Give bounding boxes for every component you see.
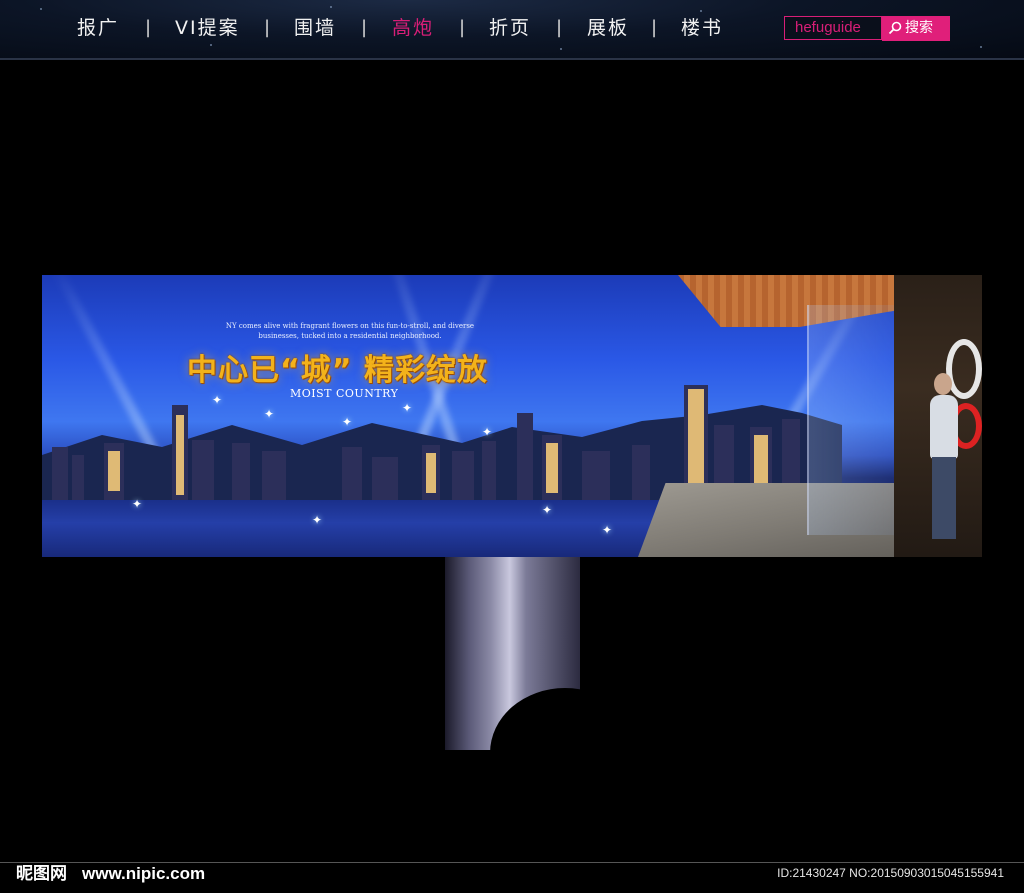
- harbor-water: [42, 500, 742, 557]
- billboard-headline: 中心已“城” 精彩绽放: [187, 353, 488, 388]
- wall-decor-ring: [946, 339, 982, 399]
- nav-separator: |: [556, 17, 563, 38]
- sparkle-icon: ✦: [264, 407, 275, 421]
- nav-separator: |: [651, 17, 658, 38]
- footer-logo: 昵图网: [16, 864, 67, 884]
- sparkle-icon: ✦: [132, 497, 143, 511]
- search-icon: [888, 21, 902, 35]
- man-figure-legs: [932, 457, 956, 539]
- nav-item-hoarding[interactable]: 围墙: [294, 14, 336, 42]
- footer-site-url[interactable]: www.nipic.com: [82, 863, 205, 885]
- top-nav-bar: 报广 | VI提案 | 围墙 | 高炮 | 折页 | 展板 | 楼书 hefug…: [0, 0, 1024, 60]
- nav-separator: |: [145, 17, 152, 38]
- nav-item-vi-proposal[interactable]: VI提案: [175, 14, 240, 42]
- nav-item-property-book[interactable]: 楼书: [681, 14, 723, 42]
- sparkle-icon: ✦: [482, 425, 493, 439]
- man-figure-body: [930, 395, 958, 459]
- watermark-footer: 昵图网 www.nipic.com ID:21430247 NO:2015090…: [0, 862, 1024, 893]
- search-button-label: 搜索: [905, 20, 933, 36]
- footer-image-id: ID:21430247 NO:20150903015045155941: [777, 866, 1004, 880]
- nav-item-display-board[interactable]: 展板: [587, 14, 629, 42]
- sparkle-icon: ✦: [312, 513, 323, 527]
- nav-item-brochure-fold[interactable]: 折页: [489, 14, 531, 42]
- nav-item-newspaper-ad[interactable]: 报广: [77, 14, 119, 42]
- sparkle-icon: ✦: [212, 393, 223, 407]
- nav-separator: |: [361, 17, 368, 38]
- nav-separator: |: [264, 17, 271, 38]
- search-button[interactable]: 搜索: [882, 16, 950, 41]
- billboard-panel: NY comes alive with fragrant flowers on …: [42, 275, 982, 557]
- billboard-tagline: NY comes alive with fragrant flowers on …: [225, 322, 475, 340]
- sparkle-icon: ✦: [402, 401, 413, 415]
- sparkle-icon: ✦: [342, 415, 353, 429]
- billboard-subheadline: MOIST COUNTRY: [290, 387, 399, 400]
- sparkle-icon: ✦: [602, 523, 613, 537]
- post-curl-shadow: [490, 688, 640, 818]
- nav-item-billboard[interactable]: 高炮: [392, 14, 434, 42]
- sparkle-icon: ✦: [542, 503, 553, 517]
- man-figure-head: [934, 373, 952, 395]
- glass-panel: [807, 305, 899, 535]
- search-input[interactable]: hefuguide: [784, 16, 882, 40]
- nav-separator: |: [459, 17, 466, 38]
